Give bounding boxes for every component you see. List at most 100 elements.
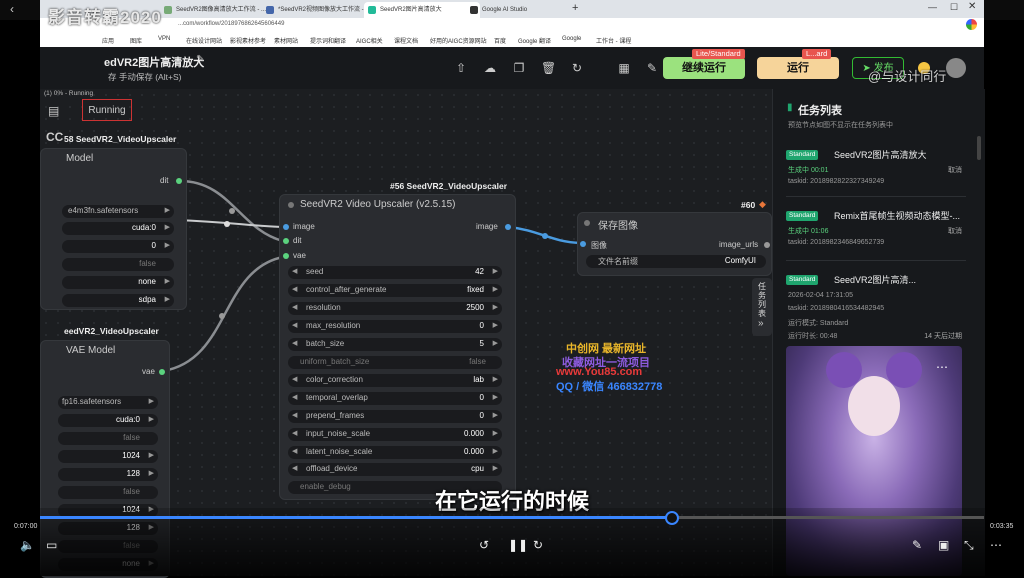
port-label: image_urls bbox=[719, 240, 759, 249]
forward-icon[interactable]: ↻ bbox=[533, 538, 543, 552]
node-id-title: 58 SeedVR2_VideoUpscaler bbox=[64, 134, 177, 144]
node-widget[interactable]: 128▶ bbox=[58, 468, 158, 481]
node-widget[interactable]: 1024▶ bbox=[58, 450, 158, 463]
node-widget-offload-device[interactable]: ◀ offload_device cpu ▶ bbox=[288, 463, 502, 476]
toggle-label: 任务列表 bbox=[758, 282, 766, 318]
task-name: Remix首尾帧生视频动态模型-... bbox=[834, 211, 961, 221]
node-widget-uniform-batch-size[interactable]: uniform_batch_size false bbox=[288, 356, 502, 369]
chevron-double-right-icon[interactable]: » bbox=[758, 318, 764, 329]
promo-line: www.You85.com bbox=[556, 366, 643, 378]
node-header: SeedVR2 Video Upscaler (v2.5.15) bbox=[300, 199, 456, 210]
task-id: taskid: 2018982346849652739 bbox=[788, 239, 885, 246]
node-widget-resolution[interactable]: ◀ resolution 2500 ▶ bbox=[288, 302, 502, 315]
task-item[interactable]: Standard SeedVR2图片高清放大 生成中 00:01 取消 task… bbox=[786, 148, 966, 192]
node-widget[interactable]: false bbox=[58, 432, 158, 445]
node-widget[interactable]: sdpa ▶ bbox=[62, 294, 174, 307]
node-widget[interactable]: e4m3fn.safetensors ▶ bbox=[62, 205, 174, 218]
port-label: dit bbox=[160, 176, 169, 185]
arrow-right-icon: ▶ bbox=[148, 470, 154, 477]
task-name: SeedVR2图片高清... bbox=[834, 275, 917, 285]
divider bbox=[786, 196, 966, 197]
task-list-icon: ▮ bbox=[787, 102, 793, 113]
node-widget-filename-prefix[interactable]: 文件名前缀 ComfyUI bbox=[586, 255, 766, 268]
arrow-right-icon: ▶ bbox=[148, 398, 154, 405]
current-time: 0:07:00 bbox=[14, 523, 38, 530]
node-widget-batch-size[interactable]: ◀ batch_size 5 ▶ bbox=[288, 338, 502, 351]
rewind-icon[interactable]: ↺ bbox=[479, 538, 489, 552]
node-widget-control-after-generate[interactable]: ◀ control_after_generate fixed ▶ bbox=[288, 284, 502, 297]
arrow-right-icon: ▶ bbox=[164, 296, 170, 303]
node-id-title: #60 bbox=[741, 200, 756, 210]
node-id-title: eedVR2_VideoUpscaler bbox=[64, 326, 159, 336]
hair-bun bbox=[886, 352, 922, 388]
caption-icon[interactable]: ▭ bbox=[46, 538, 57, 552]
output-port-dot[interactable] bbox=[505, 224, 511, 230]
output-port-dot[interactable] bbox=[176, 178, 182, 184]
cancel-button[interactable]: 取消 bbox=[948, 226, 962, 236]
node-widget-temporal-overlap[interactable]: ◀ temporal_overlap 0 ▶ bbox=[288, 392, 502, 405]
arrow-right-icon: ▶ bbox=[148, 416, 154, 423]
node-collapse-dot[interactable] bbox=[584, 220, 590, 226]
port-label: image bbox=[293, 222, 315, 231]
input-port-dot[interactable] bbox=[580, 241, 586, 247]
node-widget[interactable]: false bbox=[62, 258, 174, 271]
arrow-right-icon: ▶ bbox=[148, 452, 154, 459]
input-port-dot[interactable] bbox=[283, 224, 289, 230]
picture-in-picture-icon[interactable]: ▣ bbox=[938, 538, 949, 552]
node-header: 保存图像 bbox=[598, 221, 638, 232]
input-port-dot[interactable] bbox=[283, 253, 289, 259]
exit-fullscreen-icon[interactable]: ⤡ bbox=[964, 538, 974, 553]
divider bbox=[786, 260, 966, 261]
node-widget[interactable]: cuda:0 ▶ bbox=[58, 414, 158, 427]
node-widget[interactable]: 0 ▶ bbox=[62, 240, 174, 253]
panel-scrollbar[interactable] bbox=[977, 136, 981, 160]
task-id: taskid: 2018982822327349249 bbox=[788, 178, 885, 185]
task-id: taskid: 2018980416534482945 bbox=[788, 305, 885, 312]
standard-badge: Standard bbox=[786, 211, 819, 221]
volume-icon[interactable]: 🔈 bbox=[20, 538, 35, 552]
task-mode: 运行模式: Standard bbox=[788, 320, 849, 327]
arrow-right-icon: ▶ bbox=[164, 278, 170, 285]
node-widget-prepend-frames[interactable]: ◀ prepend_frames 0 ▶ bbox=[288, 410, 502, 423]
task-duration: 运行时长: 00:48 bbox=[788, 333, 838, 340]
panel-description: 预览节点如图不显示在任务列表中 bbox=[788, 122, 893, 129]
more-icon[interactable]: ⋯ bbox=[990, 538, 1002, 552]
pen-icon[interactable]: ✎ bbox=[912, 538, 922, 552]
cancel-button[interactable]: 取消 bbox=[948, 165, 962, 175]
node-widget[interactable]: cuda:0 ▶ bbox=[62, 222, 174, 235]
port-label: vae bbox=[142, 367, 155, 376]
fox-icon: ◆ bbox=[759, 199, 766, 209]
node-widget-color-correction[interactable]: ◀ color_correction lab ▶ bbox=[288, 374, 502, 387]
node-header: Model bbox=[66, 153, 94, 164]
task-item[interactable]: Standard SeedVR2图片高清... 2026-02-04 17:31… bbox=[786, 273, 966, 343]
task-status: 生成中 00:01 bbox=[788, 167, 829, 174]
port-label: vae bbox=[293, 251, 306, 260]
node-widget-input-noise-scale[interactable]: ◀ input_noise_scale 0.000 ▶ bbox=[288, 428, 502, 441]
arrow-right-icon: ▶ bbox=[164, 242, 170, 249]
output-port-dot[interactable] bbox=[764, 242, 770, 248]
panel-title: 任务列表 bbox=[798, 105, 842, 117]
more-options-icon[interactable]: ⋯ bbox=[936, 360, 948, 374]
output-port-dot[interactable] bbox=[159, 369, 165, 375]
character-face bbox=[848, 376, 900, 436]
input-port-dot[interactable] bbox=[283, 238, 289, 244]
task-item[interactable]: Standard Remix首尾帧生视频动态模型-... 生成中 01:06 取… bbox=[786, 209, 966, 253]
node-widget[interactable]: none▶ bbox=[62, 276, 174, 289]
standard-badge: Standard bbox=[786, 275, 819, 285]
task-expire: 14 天后过期 bbox=[924, 333, 962, 340]
link-midpoint bbox=[224, 221, 230, 227]
hair-bun bbox=[826, 352, 862, 388]
node-widget-seed[interactable]: ◀ seed 42 ▶ bbox=[288, 266, 502, 279]
task-status: 生成中 01:06 bbox=[788, 228, 829, 235]
node-id-title: #56 SeedVR2_VideoUpscaler bbox=[390, 181, 508, 191]
port-label: 图像 bbox=[591, 241, 607, 250]
node-widget-max-resolution[interactable]: ◀ max_resolution 0 ▶ bbox=[288, 320, 502, 333]
node-collapse-dot[interactable] bbox=[288, 202, 294, 208]
task-date: 2026-02-04 17:31:05 bbox=[788, 292, 853, 299]
node-widget[interactable]: fp16.safetensors ▶ bbox=[58, 396, 158, 409]
link-midpoint bbox=[542, 233, 548, 239]
arrow-right-icon: ▶ bbox=[164, 224, 170, 231]
node-widget-latent-noise-scale[interactable]: ◀ latent_noise_scale 0.000 ▶ bbox=[288, 446, 502, 459]
progress-handle[interactable] bbox=[664, 511, 679, 525]
pause-icon[interactable]: ❚❚ bbox=[508, 538, 528, 552]
